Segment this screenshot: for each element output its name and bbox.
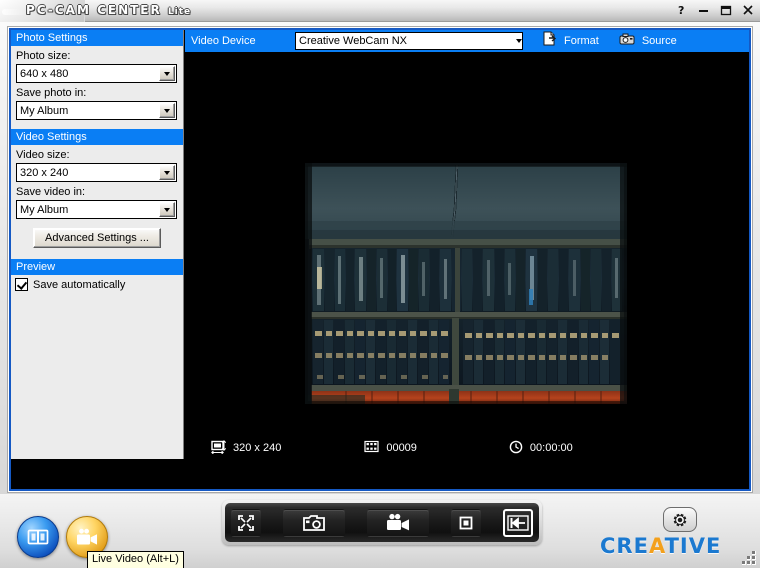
- save-video-in-select[interactable]: My Album: [16, 200, 177, 219]
- photo-size-select[interactable]: 640 x 480: [16, 64, 177, 83]
- save-video-in-value: My Album: [20, 203, 69, 216]
- save-photo-in-label: Save photo in:: [16, 87, 87, 99]
- source-button[interactable]: Source: [619, 32, 677, 51]
- section-header-preview: Preview: [11, 259, 183, 275]
- format-button[interactable]: Format: [543, 31, 599, 51]
- save-video-in-label: Save video in:: [16, 186, 86, 198]
- svg-text:?: ?: [678, 4, 684, 16]
- chevron-down-icon[interactable]: [159, 66, 175, 81]
- gear-icon: [673, 512, 687, 527]
- media-control-dock: [222, 500, 542, 545]
- source-label: Source: [641, 35, 677, 47]
- video-stage[interactable]: [185, 52, 749, 437]
- live-video-tooltip: Live Video (Alt+L): [87, 551, 184, 568]
- webcam-preview-image: [305, 163, 627, 404]
- save-photo-in-select[interactable]: My Album: [16, 101, 177, 120]
- film-strip-icon: [364, 440, 379, 456]
- video-toolbar: Video Device Creative WebCam NX Format S…: [185, 30, 749, 52]
- settings-sidebar: Photo Settings Photo size: 640 x 480 Sav…: [11, 30, 184, 459]
- fullscreen-icon: [238, 514, 254, 531]
- close-icon[interactable]: [740, 2, 756, 18]
- creative-logo: CREATIVE: [600, 534, 721, 558]
- advanced-settings-button[interactable]: Advanced Settings ...: [33, 228, 161, 248]
- video-status-bar: 320 x 240 00009 00:00:00: [185, 437, 749, 459]
- back-button[interactable]: [503, 508, 533, 537]
- clock-icon: [509, 440, 523, 457]
- video-camera-icon: [77, 528, 97, 545]
- resolution-icon: [211, 439, 227, 457]
- video-device-select[interactable]: Creative WebCam NX: [295, 32, 523, 50]
- window-title-main: PC-CAM CENTER: [26, 3, 162, 17]
- window-title-suffix: Lite: [167, 7, 192, 17]
- title-bar: PC-CAM CENTER Lite ?: [0, 0, 760, 22]
- video-size-value: 320 x 240: [20, 166, 69, 179]
- minimize-icon[interactable]: [696, 2, 712, 18]
- frame-count-value: 00009: [386, 442, 417, 454]
- resize-grip[interactable]: [742, 551, 756, 565]
- status-frame-count: 00009: [364, 440, 417, 456]
- fullscreen-button[interactable]: [231, 508, 261, 537]
- video-device-label: Video Device: [191, 35, 256, 47]
- save-automatically-checkbox[interactable]: [15, 278, 28, 291]
- chevron-down-icon[interactable]: [159, 165, 175, 180]
- section-header-video-settings: Video Settings: [11, 129, 183, 145]
- photo-size-label: Photo size:: [16, 50, 71, 62]
- save-automatically-label: Save automatically: [33, 278, 126, 291]
- logo-text-post: TIVE: [664, 534, 722, 558]
- elapsed-time-value: 00:00:00: [529, 442, 573, 454]
- album-icon: [27, 529, 49, 545]
- save-automatically-row[interactable]: Save automatically: [11, 275, 183, 291]
- album-button[interactable]: [17, 516, 59, 558]
- section-header-photo-settings: Photo Settings: [11, 30, 183, 46]
- title-bar-buttons: ?: [674, 2, 756, 18]
- stop-button[interactable]: [451, 508, 481, 537]
- logo-text-pre: CRE: [600, 534, 649, 558]
- status-resolution: 320 x 240: [211, 439, 282, 457]
- video-size-select[interactable]: 320 x 240: [16, 163, 177, 182]
- save-photo-in-value: My Album: [20, 104, 69, 117]
- pc-cam-center-window: PC-CAM CENTER Lite ? Photo Settings Phot…: [0, 0, 760, 568]
- chevron-down-icon[interactable]: [159, 202, 175, 217]
- video-size-label: Video size:: [16, 149, 70, 161]
- settings-button[interactable]: [663, 507, 697, 532]
- photo-size-value: 640 x 480: [20, 67, 69, 80]
- window-title: PC-CAM CENTER Lite: [26, 3, 191, 17]
- stop-square-icon: [459, 516, 473, 529]
- video-camera-icon: [387, 513, 409, 531]
- video-device-value: Creative WebCam NX: [299, 35, 407, 47]
- format-label: Format: [564, 35, 599, 47]
- format-icon: [543, 31, 557, 51]
- logo-text-accent: A: [648, 534, 665, 558]
- resolution-value: 320 x 240: [233, 442, 282, 454]
- back-arrow-icon: [507, 514, 529, 531]
- camera-icon: [303, 514, 325, 531]
- chevron-down-icon[interactable]: [516, 39, 522, 43]
- video-panel: Video Device Creative WebCam NX Format S…: [185, 30, 749, 459]
- help-icon[interactable]: ?: [674, 2, 690, 18]
- chevron-down-icon[interactable]: [159, 103, 175, 118]
- media-control-dock-inner: [225, 503, 539, 542]
- record-video-button[interactable]: [367, 508, 429, 537]
- maximize-icon[interactable]: [718, 2, 734, 18]
- take-photo-button[interactable]: [283, 508, 345, 537]
- source-icon: [619, 32, 635, 51]
- status-elapsed-time: 00:00:00: [509, 440, 573, 457]
